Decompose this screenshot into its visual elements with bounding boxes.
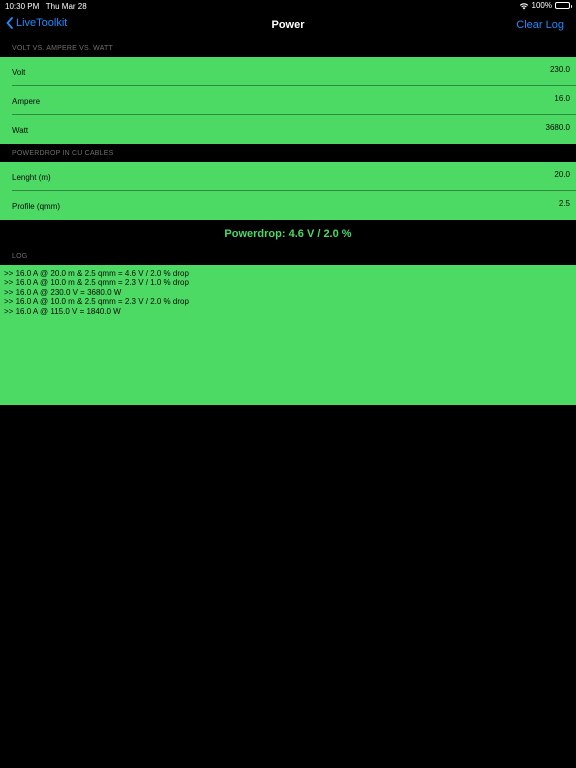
volt-input[interactable] (420, 65, 570, 74)
status-right: 100% (519, 1, 572, 10)
battery-percent: 100% (531, 1, 552, 10)
length-input[interactable] (420, 170, 570, 179)
ampere-input[interactable] (420, 94, 570, 103)
log-line: >> 16.0 A @ 10.0 m & 2.5 qmm = 2.3 V / 2… (4, 297, 189, 307)
status-bar: 10:30 PM Thu Mar 28 100% (0, 0, 576, 12)
row-volt[interactable]: Volt (0, 57, 576, 86)
watt-label: Watt (12, 126, 29, 135)
profile-label: Profile (qmm) (12, 202, 61, 211)
log-line: >> 16.0 A @ 115.0 V = 1840.0 W (4, 306, 121, 316)
watt-input[interactable] (420, 123, 570, 132)
status-date: Thu Mar 28 (45, 2, 87, 11)
battery-icon (555, 2, 572, 9)
status-time-date: 10:30 PM Thu Mar 28 (5, 2, 87, 11)
page-title: Power (271, 19, 305, 31)
navigation-bar: LiveToolkit Power Clear Log (0, 12, 576, 40)
profile-input[interactable] (420, 199, 570, 208)
status-time: 10:30 PM (5, 2, 40, 11)
section-header-cables: POWERDROP IN CU CABLES (0, 145, 576, 162)
ampere-label: Ampere (12, 97, 41, 106)
section-header-log: LOG (0, 248, 576, 265)
wifi-icon (519, 2, 528, 9)
length-label: Lenght (m) (12, 173, 51, 182)
row-watt[interactable]: Watt (0, 115, 576, 144)
log-text-area[interactable]: >> 16.0 A @ 20.0 m & 2.5 qmm = 4.6 V / 2… (0, 265, 576, 405)
row-ampere[interactable]: Ampere (0, 86, 576, 115)
powerdrop-result: Powerdrop: 4.6 V / 2.0 % (224, 228, 352, 240)
volt-label: Volt (12, 68, 26, 77)
log-line: >> 16.0 A @ 10.0 m & 2.5 qmm = 2.3 V / 1… (4, 278, 189, 288)
clear-log-button[interactable]: Clear Log (516, 19, 564, 31)
log-line: >> 16.0 A @ 230.0 V = 3680.0 W (4, 287, 122, 297)
log-line: >> 16.0 A @ 20.0 m & 2.5 qmm = 4.6 V / 2… (4, 269, 189, 278)
section-header-power: VOLT VS. AMPERE VS. WATT (0, 40, 576, 57)
row-length[interactable]: Lenght (m) (0, 162, 576, 191)
row-profile[interactable]: Profile (qmm) (0, 191, 576, 220)
